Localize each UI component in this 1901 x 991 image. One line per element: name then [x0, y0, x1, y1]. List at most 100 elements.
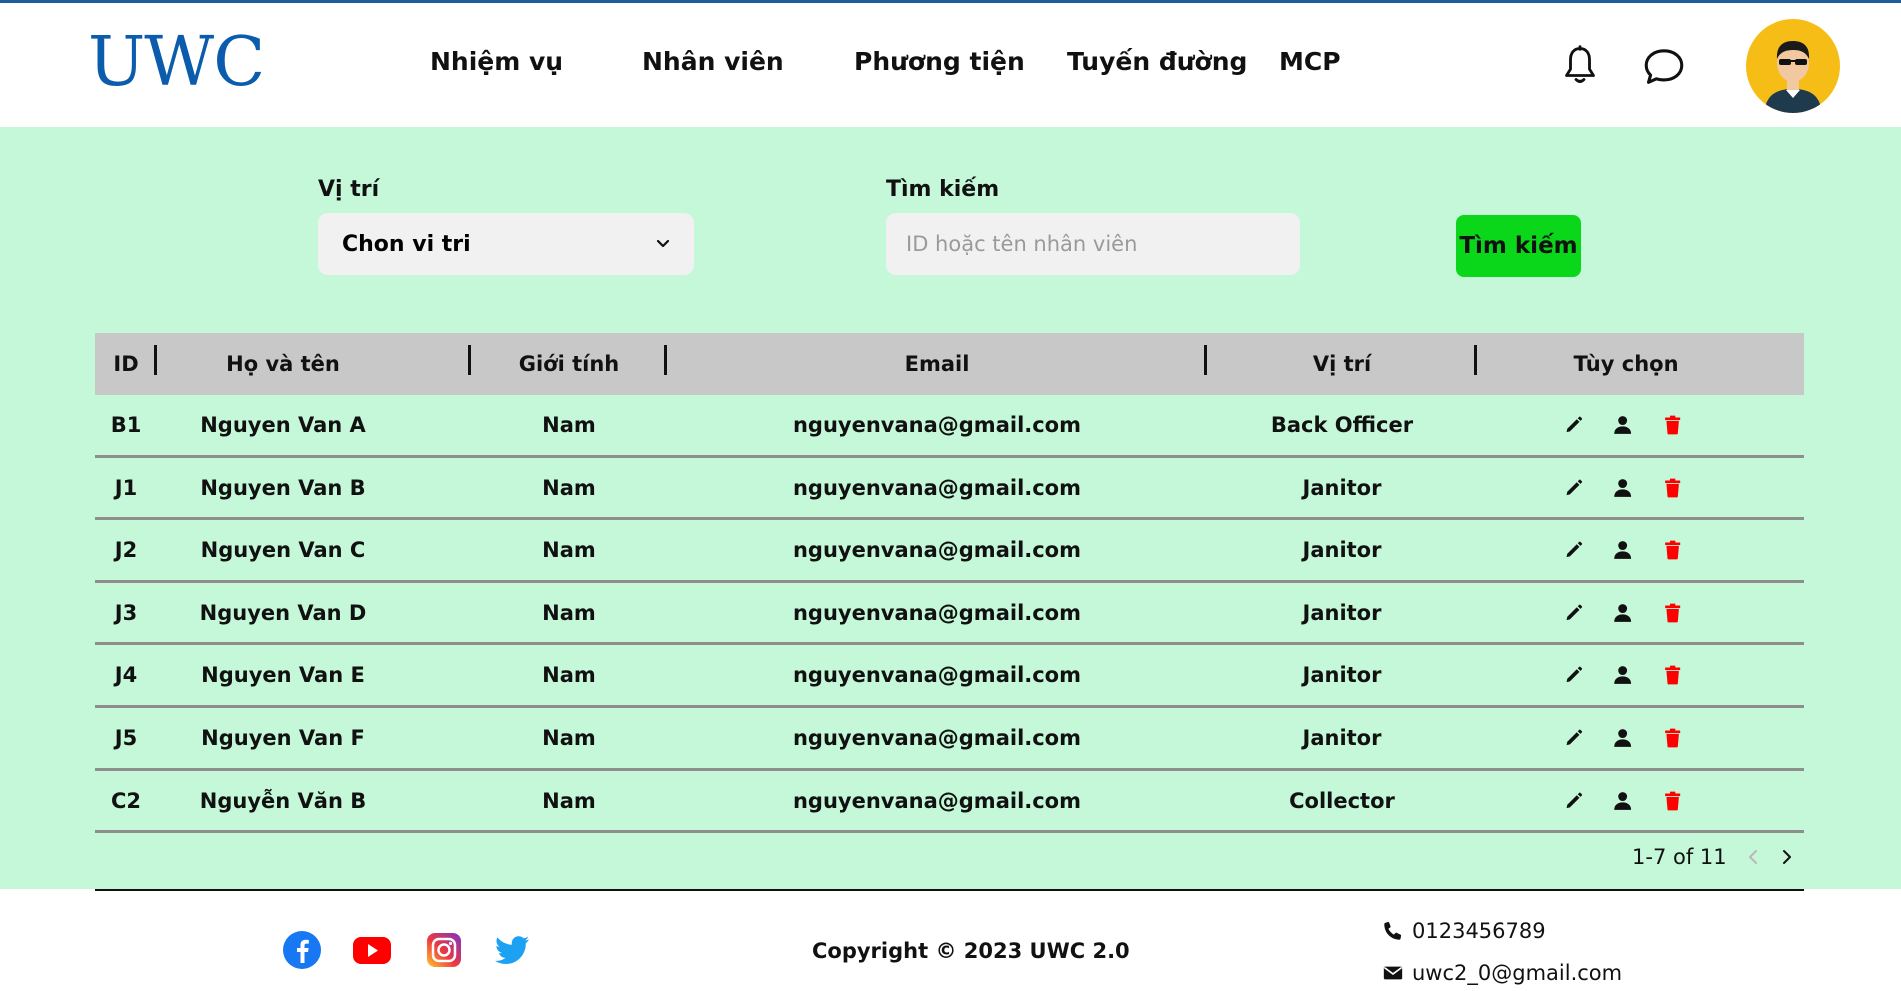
- phone-number: 0123456789: [1412, 919, 1546, 943]
- trash-icon[interactable]: [1662, 789, 1683, 813]
- logo[interactable]: UWC: [88, 23, 265, 103]
- cell-gender: Nam: [542, 663, 596, 688]
- pencil-icon[interactable]: [1563, 726, 1584, 750]
- row-actions: [1563, 395, 1683, 455]
- cell-email: nguyenvana@gmail.com: [792, 538, 1081, 563]
- cell-email: nguyenvana@gmail.com: [792, 725, 1081, 750]
- cell-id: J4: [114, 663, 138, 688]
- cell-email: nguyenvana@gmail.com: [792, 600, 1081, 625]
- bell-icon[interactable]: [1561, 45, 1599, 87]
- col-header-name[interactable]: Họ và tên: [157, 333, 409, 395]
- cell-position: Janitor: [1302, 600, 1382, 625]
- nav-item-routes[interactable]: Tuyến đường: [1067, 47, 1247, 76]
- cell-gender: Nam: [542, 538, 596, 563]
- chevron-right-icon[interactable]: [1775, 846, 1797, 868]
- position-label: Vị trí: [318, 177, 380, 202]
- col-header-email[interactable]: Email: [667, 333, 1207, 395]
- user-icon[interactable]: [1612, 413, 1633, 437]
- user-icon[interactable]: [1612, 726, 1633, 750]
- user-icon[interactable]: [1612, 601, 1633, 625]
- user-icon[interactable]: [1612, 789, 1633, 813]
- nav-item-mcp[interactable]: MCP: [1279, 47, 1341, 76]
- nav-item-tasks[interactable]: Nhiệm vụ: [430, 47, 563, 76]
- pagination-range: 1-7 of 11: [1632, 845, 1727, 869]
- cell-name: Nguyen Van A: [200, 413, 366, 437]
- cell-name: Nguyen Van B: [200, 475, 366, 500]
- search-button[interactable]: Tìm kiếm: [1456, 215, 1581, 277]
- cell-email: nguyenvana@gmail.com: [792, 475, 1081, 500]
- position-select-value: Chon vi tri: [342, 231, 471, 257]
- row-actions: [1563, 645, 1683, 705]
- cell-email: nguyenvana@gmail.com: [792, 413, 1081, 437]
- trash-icon[interactable]: [1662, 538, 1683, 562]
- cell-email: nguyenvana@gmail.com: [792, 788, 1081, 813]
- nav-item-vehicles[interactable]: Phương tiện: [854, 47, 1025, 76]
- table-row: J2 Nguyen Van C Nam nguyenvana@gmail.com Jan…: [95, 520, 1804, 583]
- col-header-id[interactable]: ID: [95, 333, 157, 395]
- phone-icon: [1384, 921, 1402, 940]
- search-input[interactable]: [886, 213, 1300, 275]
- trash-icon[interactable]: [1662, 663, 1683, 687]
- trash-icon[interactable]: [1662, 413, 1683, 437]
- twitter-icon[interactable]: [492, 930, 532, 970]
- footer-divider: [95, 889, 1804, 891]
- pencil-icon[interactable]: [1563, 663, 1584, 687]
- cell-position: Janitor: [1302, 725, 1382, 750]
- cell-name: Nguyen Van E: [201, 663, 365, 688]
- facebook-icon[interactable]: [282, 930, 322, 970]
- email-address[interactable]: uwc2_0@gmail.com: [1412, 961, 1622, 985]
- cell-name: Nguyen Van D: [199, 600, 367, 625]
- copyright-text: Copyright © 2023 UWC 2.0: [812, 939, 1130, 963]
- col-header-position[interactable]: Vị trí: [1207, 333, 1477, 395]
- col-header-options: Tùy chọn: [1573, 352, 1679, 376]
- row-actions: [1563, 771, 1683, 831]
- avatar-person-icon: [1764, 41, 1822, 113]
- cell-gender: Nam: [542, 413, 596, 437]
- search-label: Tìm kiếm: [886, 177, 1000, 202]
- chevron-left-icon[interactable]: [1743, 846, 1765, 868]
- cell-position: Collector: [1289, 788, 1395, 813]
- pencil-icon[interactable]: [1563, 601, 1584, 625]
- cell-name: Nguyen Van C: [200, 538, 366, 563]
- cell-id: B1: [110, 413, 142, 437]
- pencil-icon[interactable]: [1563, 413, 1584, 437]
- table-row: B1 Nguyen Van A Nam nguyenvana@gmail.com Bac…: [95, 395, 1804, 458]
- col-header-gender[interactable]: Giới tính: [471, 333, 667, 395]
- trash-icon[interactable]: [1662, 726, 1683, 750]
- pencil-icon[interactable]: [1563, 789, 1584, 813]
- cell-id: J5: [114, 725, 138, 750]
- table-row: J1 Nguyen Van B Nam nguyenvana@gmail.com Jan…: [95, 458, 1804, 521]
- position-select[interactable]: Chon vi tri: [318, 213, 694, 275]
- instagram-icon[interactable]: [424, 930, 464, 970]
- pencil-icon[interactable]: [1563, 476, 1584, 500]
- youtube-icon[interactable]: [352, 930, 392, 970]
- header: UWC Nhiệm vụ Nhân viên Phương tiện Tuyến…: [0, 3, 1901, 127]
- cell-name: Nguyễn Văn B: [199, 788, 367, 813]
- table-row: J4 Nguyen Van E Nam nguyenvana@gmail.com Jan…: [95, 645, 1804, 708]
- user-icon[interactable]: [1612, 663, 1633, 687]
- envelope-icon: [1383, 966, 1403, 980]
- cell-email: nguyenvana@gmail.com: [792, 663, 1081, 688]
- cell-gender: Nam: [542, 600, 596, 625]
- table-row: J3 Nguyen Van D Nam nguyenvana@gmail.com Jan…: [95, 583, 1804, 646]
- footer: Copyright © 2023 UWC 2.0 0123456789 uwc2…: [0, 889, 1901, 991]
- pencil-icon[interactable]: [1563, 538, 1584, 562]
- cell-position: Janitor: [1302, 538, 1382, 563]
- trash-icon[interactable]: [1662, 601, 1683, 625]
- cell-gender: Nam: [542, 725, 596, 750]
- cell-gender: Nam: [542, 788, 596, 813]
- table-row: J5 Nguyen Van F Nam nguyenvana@gmail.com Jan…: [95, 708, 1804, 771]
- trash-icon[interactable]: [1662, 476, 1683, 500]
- cell-position: Janitor: [1302, 475, 1382, 500]
- avatar[interactable]: [1746, 19, 1840, 113]
- chat-icon[interactable]: [1643, 47, 1685, 87]
- user-icon[interactable]: [1612, 538, 1633, 562]
- nav-item-staff[interactable]: Nhân viên: [642, 47, 784, 76]
- cell-id: J1: [114, 475, 138, 500]
- cell-name: Nguyen Van F: [201, 725, 365, 750]
- cell-position: Back Officer: [1270, 413, 1414, 437]
- row-actions: [1563, 458, 1683, 518]
- table-header: ID Họ và tên Giới tính Email Vị trí Tùy …: [95, 333, 1804, 395]
- row-actions: [1563, 520, 1683, 580]
- user-icon[interactable]: [1612, 476, 1633, 500]
